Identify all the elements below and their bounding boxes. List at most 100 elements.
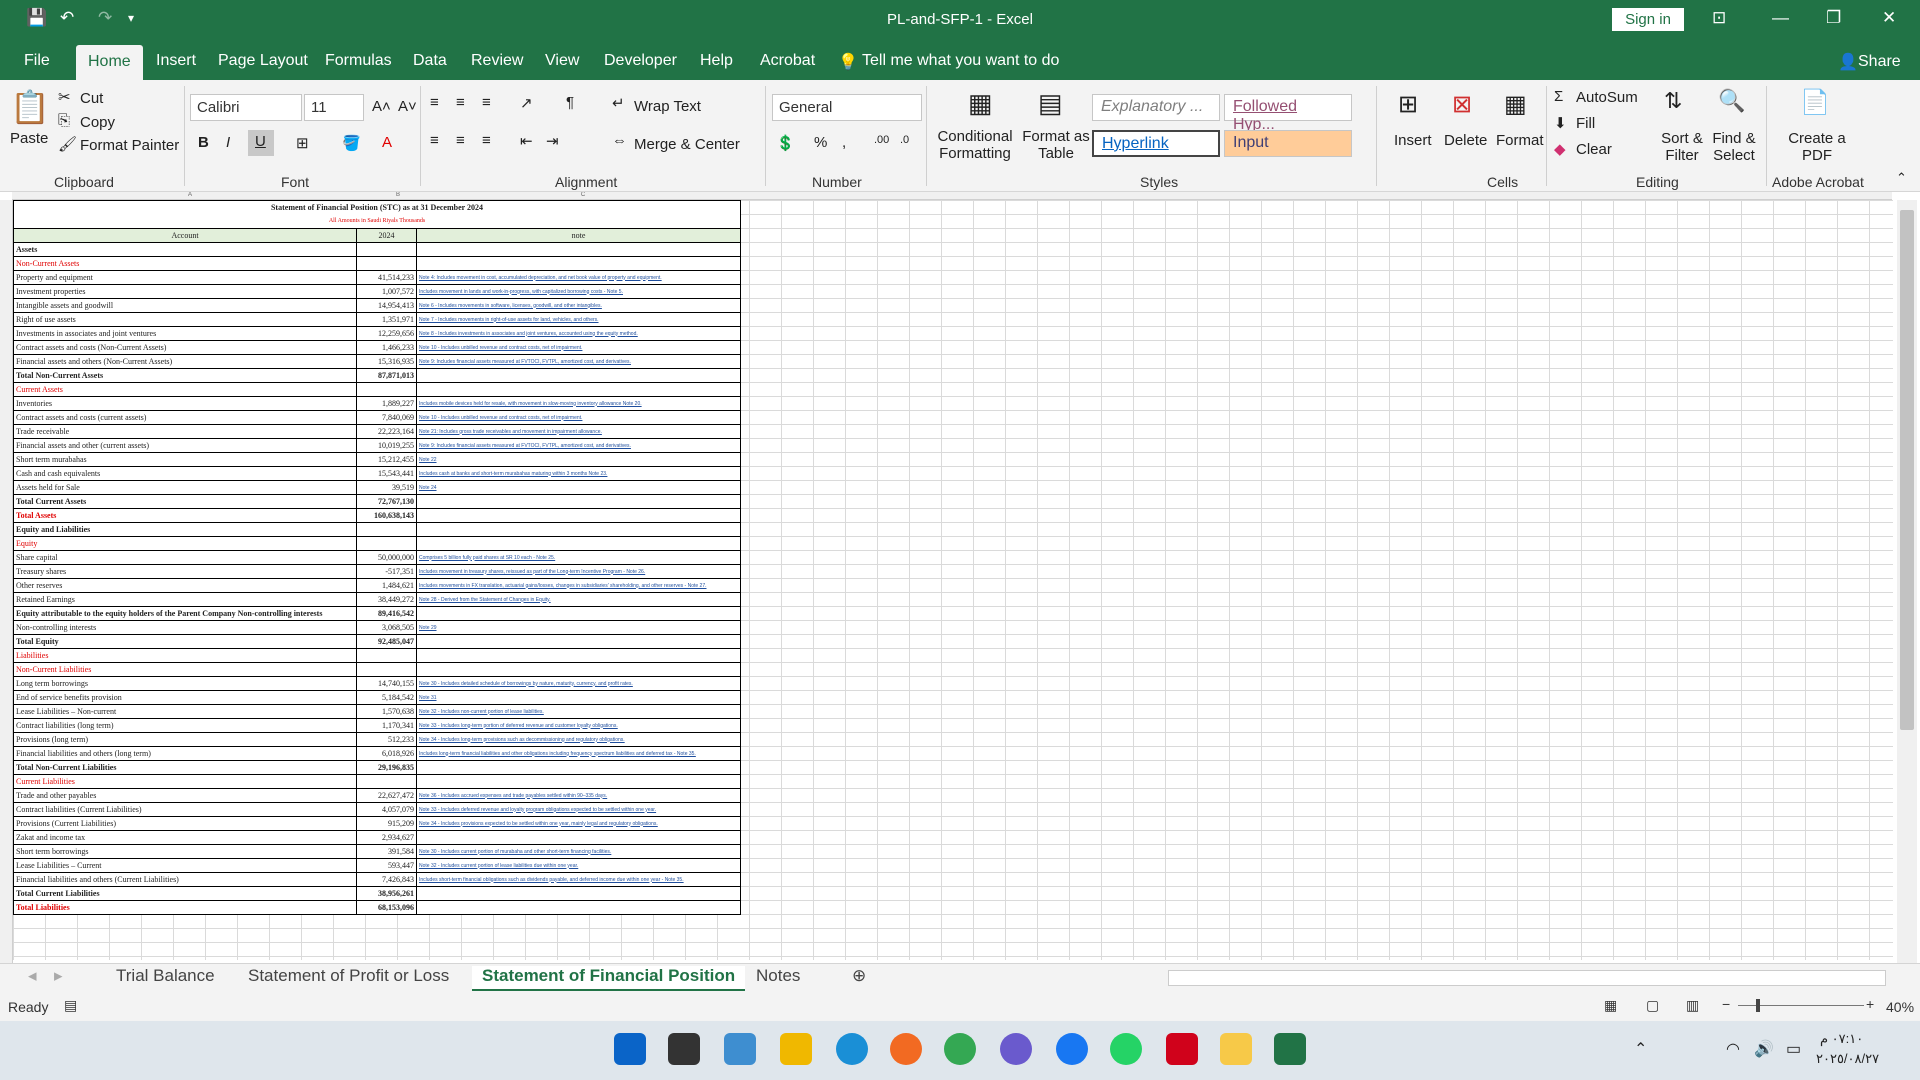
format-as-table-button[interactable]: Format as Table [1020, 128, 1092, 162]
format-painter-button[interactable]: Format Painter [80, 137, 179, 154]
number-format-select[interactable]: General [772, 94, 922, 121]
conditional-formatting-button[interactable]: Conditional Formatting [934, 128, 1016, 162]
tell-me-search[interactable]: Tell me what you want to do [862, 52, 1059, 70]
increase-decimal-icon[interactable]: .00 [874, 134, 889, 146]
power-bi-icon[interactable] [780, 1033, 812, 1065]
show-hidden-icons[interactable]: ⌃ [1634, 1039, 1647, 1059]
mcafee-icon[interactable] [1166, 1033, 1198, 1065]
underline-icon[interactable]: U [248, 130, 274, 156]
horizontal-scrollbar[interactable] [1168, 970, 1886, 986]
style-input[interactable]: Input [1224, 130, 1352, 157]
cell-grid[interactable]: Statement of Financial Position (STC) as… [12, 200, 1893, 960]
style-explanatory[interactable]: Explanatory ... [1092, 94, 1220, 121]
increase-indent-icon[interactable]: ⇥ [546, 132, 559, 150]
font-size-select[interactable]: 11 [304, 94, 364, 121]
add-sheet-icon[interactable]: ⊕ [842, 966, 876, 986]
orientation-icon[interactable]: ↗ [520, 94, 533, 112]
align-center-icon[interactable]: ≡ [456, 132, 465, 149]
prev-sheet-icon[interactable]: ◂ [18, 966, 47, 986]
clear-button[interactable]: Clear [1576, 141, 1612, 158]
minimize-icon[interactable]: — [1772, 8, 1789, 28]
vertical-scrollbar[interactable] [1897, 200, 1917, 964]
page-break-view-icon[interactable]: ▥ [1686, 997, 1699, 1014]
tab-file[interactable]: File [24, 52, 50, 70]
align-left-icon[interactable]: ≡ [430, 132, 439, 149]
create-pdf-button[interactable]: Create a PDF [1786, 130, 1848, 164]
excel-icon[interactable] [1274, 1033, 1306, 1065]
battery-icon[interactable]: ▭ [1786, 1039, 1801, 1059]
paste-button[interactable]: Paste [10, 130, 48, 147]
format-cells-button[interactable]: Format [1496, 132, 1544, 149]
italic-icon[interactable]: I [226, 134, 230, 151]
tab-developer[interactable]: Developer [604, 52, 677, 70]
tab-acrobat[interactable]: Acrobat [760, 52, 815, 70]
fill-button[interactable]: Fill [1576, 115, 1595, 132]
percent-icon[interactable]: % [814, 134, 827, 151]
font-name-select[interactable]: Calibri [190, 94, 302, 121]
accounting-format-icon[interactable]: 💲 [776, 134, 795, 152]
tab-review[interactable]: Review [471, 52, 523, 70]
scroll-thumb[interactable] [1900, 210, 1914, 730]
font-color-icon[interactable]: A [382, 134, 392, 151]
brave-icon[interactable] [890, 1033, 922, 1065]
facebook-icon[interactable] [1056, 1033, 1088, 1065]
bold-icon[interactable]: B [198, 134, 209, 151]
app-icon[interactable] [1000, 1033, 1032, 1065]
maximize-icon[interactable]: ❐ [1826, 8, 1841, 28]
decrease-indent-icon[interactable]: ⇤ [520, 132, 533, 150]
page-layout-view-icon[interactable]: ▢ [1646, 997, 1659, 1014]
whatsapp-icon[interactable] [1110, 1033, 1142, 1065]
clock-time[interactable]: ٠٧:١٠ م [1820, 1031, 1863, 1047]
start-icon[interactable] [614, 1033, 646, 1065]
macro-record-icon[interactable]: ▤ [64, 997, 77, 1014]
next-sheet-icon[interactable]: ▸ [44, 966, 73, 986]
text-direction-icon[interactable]: ¶ [566, 94, 574, 111]
zoom-out-icon[interactable]: − [1722, 996, 1730, 1012]
style-hyperlink[interactable]: Hyperlink [1092, 130, 1220, 157]
increase-font-icon[interactable]: A˄ [372, 98, 391, 115]
normal-view-icon[interactable]: ▦ [1604, 997, 1617, 1014]
tab-data[interactable]: Data [413, 52, 447, 70]
close-icon[interactable]: ✕ [1882, 8, 1896, 28]
comma-style-icon[interactable]: , [842, 134, 846, 151]
sheet-tab-financial-position[interactable]: Statement of Financial Position [472, 966, 746, 992]
align-right-icon[interactable]: ≡ [482, 132, 491, 149]
copilot-icon[interactable] [724, 1033, 756, 1065]
sheet-tab-notes[interactable]: Notes [746, 966, 810, 986]
volume-icon[interactable]: 🔊 [1754, 1039, 1774, 1059]
align-middle-icon[interactable]: ≡ [456, 94, 465, 111]
wifi-icon[interactable]: ◠ [1726, 1039, 1740, 1059]
wrap-text-button[interactable]: Wrap Text [634, 98, 701, 115]
sort-filter-button[interactable]: Sort & Filter [1660, 130, 1704, 164]
zoom-slider-thumb[interactable] [1756, 999, 1760, 1012]
file-explorer-icon[interactable] [1220, 1033, 1252, 1065]
tab-home[interactable]: Home [76, 45, 143, 80]
delete-cells-button[interactable]: Delete [1444, 132, 1487, 149]
copy-button[interactable]: Copy [80, 114, 115, 131]
sheet-tab-trial-balance[interactable]: Trial Balance [106, 966, 225, 986]
zoom-level[interactable]: 40% [1886, 999, 1914, 1015]
borders-icon[interactable]: ⊞ [296, 134, 309, 152]
insert-cells-button[interactable]: Insert [1394, 132, 1432, 149]
decrease-decimal-icon[interactable]: .0 [900, 134, 909, 146]
merge-center-button[interactable]: Merge & Center [634, 136, 740, 153]
task-view-icon[interactable] [668, 1033, 700, 1065]
chrome-icon[interactable] [944, 1033, 976, 1065]
decrease-font-icon[interactable]: A˅ [398, 98, 417, 115]
collapse-ribbon-icon[interactable]: ⌃ [1896, 170, 1907, 186]
clock-date[interactable]: ٢٠٢٥/٠٨/٢٧ [1816, 1051, 1879, 1067]
share-button[interactable]: Share [1858, 53, 1901, 71]
tab-help[interactable]: Help [700, 52, 733, 70]
edge-icon[interactable] [836, 1033, 868, 1065]
fill-color-icon[interactable]: 🪣 [342, 134, 361, 152]
tab-view[interactable]: View [545, 52, 579, 70]
sign-in-button[interactable]: Sign in [1612, 8, 1684, 31]
tab-formulas[interactable]: Formulas [325, 52, 392, 70]
style-followed-hyperlink[interactable]: Followed Hyp... [1224, 94, 1352, 133]
ribbon-display-icon[interactable]: ⊡ [1712, 8, 1726, 28]
cut-button[interactable]: Cut [80, 90, 103, 107]
align-top-icon[interactable]: ≡ [430, 94, 439, 111]
sheet-tab-profit-loss[interactable]: Statement of Profit or Loss [238, 966, 459, 986]
find-select-button[interactable]: Find & Select [1710, 130, 1758, 164]
align-bottom-icon[interactable]: ≡ [482, 94, 491, 111]
